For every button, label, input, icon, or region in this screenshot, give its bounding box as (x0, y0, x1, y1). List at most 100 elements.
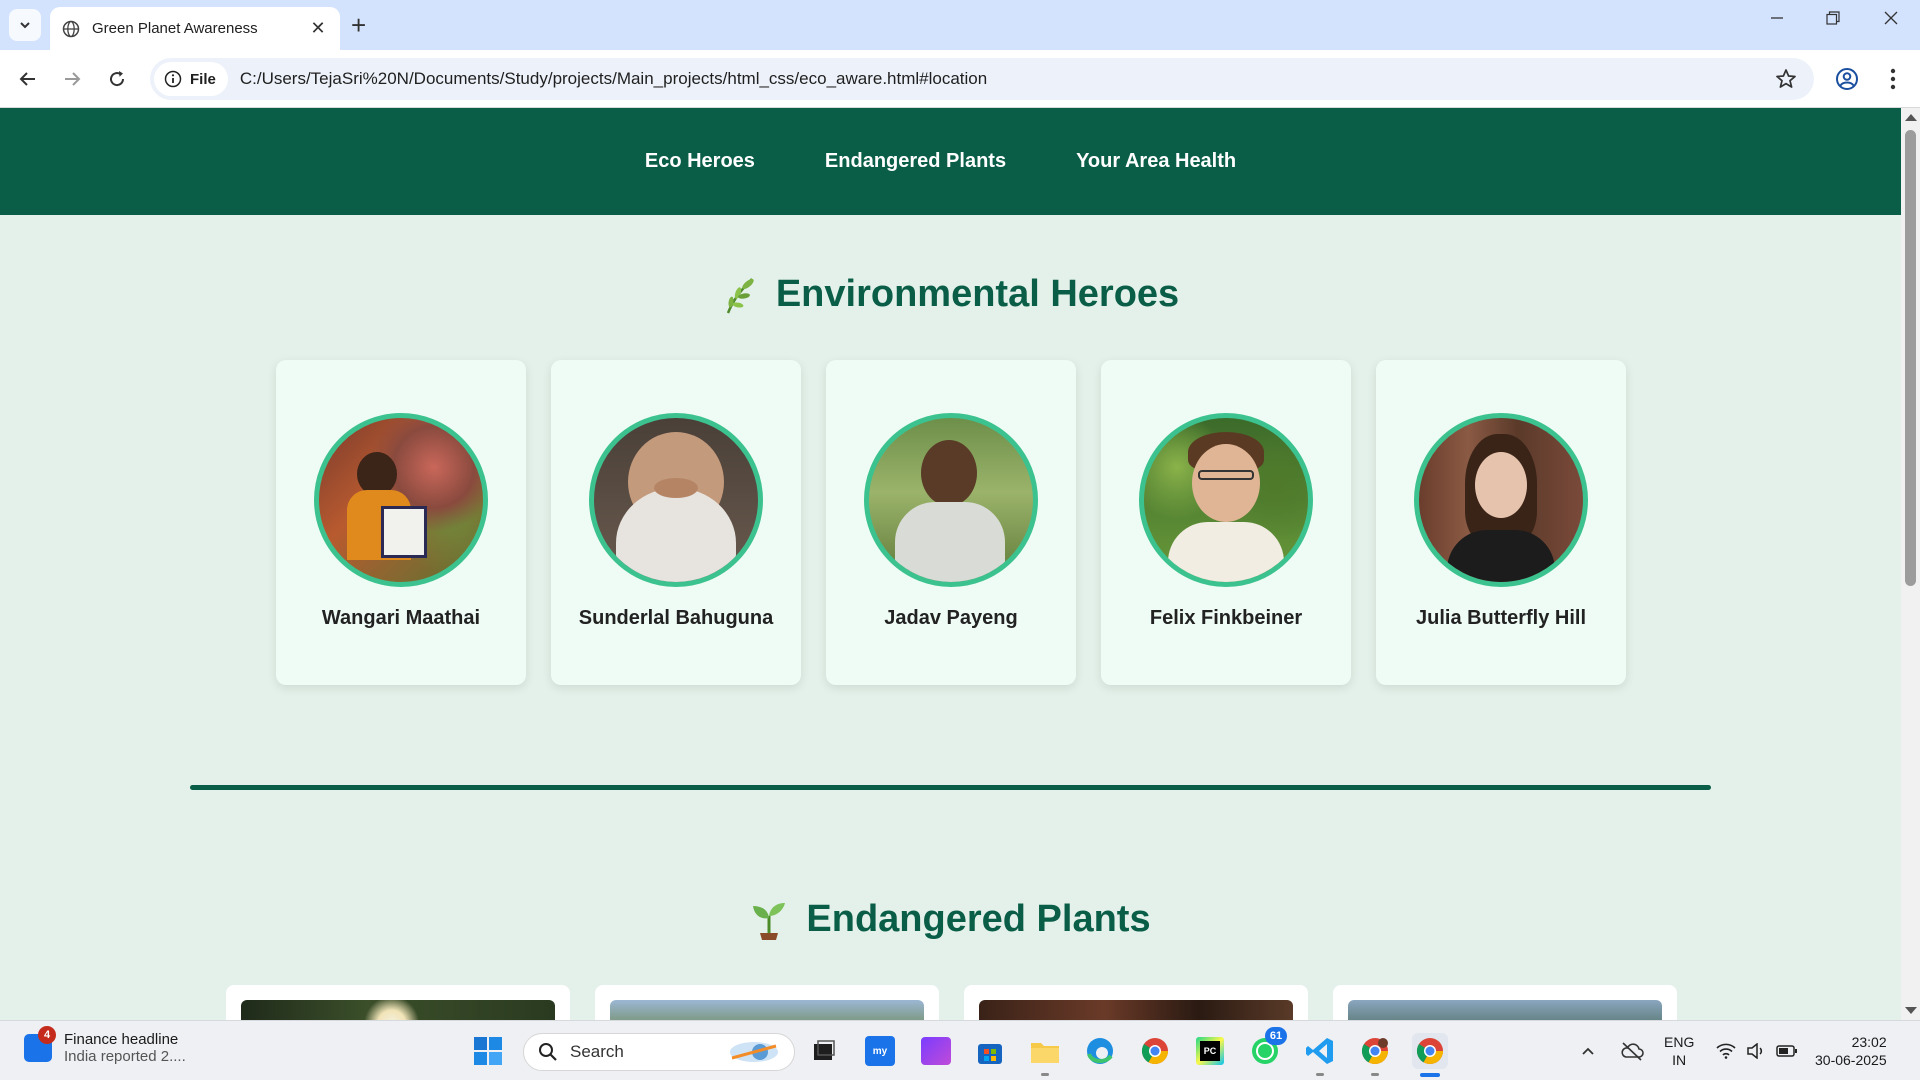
news-badge: 4 (38, 1026, 56, 1044)
minimize-icon[interactable] (1752, 8, 1802, 31)
clock[interactable]: 23:02 30-06-2025 (1815, 1021, 1887, 1080)
hero-photo (314, 413, 488, 587)
folder-icon (1031, 1043, 1059, 1063)
myhp-app[interactable]: my (862, 1033, 898, 1069)
hero-name: Julia Butterfly Hill (1415, 607, 1587, 629)
whatsapp-app[interactable]: 61 (1247, 1027, 1287, 1069)
store-icon (978, 1044, 1002, 1064)
hero-photo (589, 413, 763, 587)
profile-button[interactable] (1832, 64, 1862, 94)
running-indicator (1316, 1073, 1324, 1076)
chrome-profile-app[interactable] (1357, 1033, 1393, 1076)
windows-taskbar: 4 Finance headline India reported 2.... … (0, 1020, 1920, 1080)
back-button[interactable] (13, 64, 43, 94)
seedling-icon (753, 902, 786, 940)
forward-button[interactable] (57, 64, 87, 94)
store-app[interactable] (972, 1033, 1008, 1069)
heroes-title-text: Environmental Heroes (775, 273, 1180, 315)
task-view-app[interactable] (806, 1033, 842, 1069)
news-icon: 4 (24, 1026, 56, 1062)
cloud-offline-icon (1621, 1042, 1644, 1061)
chrome-icon (1416, 1038, 1444, 1065)
hero-card[interactable]: Julia Butterfly Hill (1376, 360, 1626, 685)
heroes-section-title: Environmental Heroes (0, 273, 1901, 316)
plant-card[interactable] (964, 985, 1308, 1020)
chrome-active-app[interactable] (1412, 1033, 1448, 1077)
section-divider (190, 785, 1711, 790)
plants-section-title: Endangered Plants (0, 898, 1901, 941)
nav-area-health[interactable]: Your Area Health (1076, 150, 1236, 173)
scroll-down-icon[interactable] (1905, 1007, 1917, 1014)
more-vert-icon (1890, 68, 1896, 90)
onedrive-status[interactable] (1620, 1021, 1644, 1080)
pycharm-app[interactable]: PC (1192, 1033, 1228, 1069)
news-widget[interactable]: 4 Finance headline India reported 2.... (24, 1026, 186, 1065)
hero-card[interactable]: Wangari Maathai (276, 360, 526, 685)
close-window-icon[interactable] (1866, 8, 1916, 31)
search-icon (539, 1043, 557, 1061)
scroll-up-icon[interactable] (1905, 114, 1917, 121)
menu-button[interactable] (1878, 64, 1908, 94)
nav-endangered-plants[interactable]: Endangered Plants (825, 150, 1006, 173)
plant-card[interactable] (226, 985, 570, 1020)
tray-overflow[interactable] (1580, 1021, 1596, 1080)
hero-name: Sunderlal Bahuguna (578, 607, 774, 629)
nav-eco-heroes[interactable]: Eco Heroes (645, 150, 755, 173)
bookmark-star-icon[interactable] (1774, 67, 1798, 91)
reload-icon (110, 71, 125, 87)
globe-icon (62, 20, 80, 37)
forward-arrow-icon (65, 72, 81, 86)
language-indicator[interactable]: ENG IN (1664, 1021, 1694, 1080)
plants-grid (226, 985, 1677, 1020)
hero-photo (1414, 413, 1588, 587)
url-text[interactable]: C:/Users/TejaSri%20N/Documents/Study/pro… (240, 69, 1774, 89)
pycharm-icon: PC (1196, 1037, 1224, 1065)
tab-title: Green Planet Awareness (92, 20, 258, 37)
browser-tab[interactable]: Green Planet Awareness ✕ (50, 7, 340, 50)
clipchamp-app[interactable] (918, 1033, 954, 1069)
windows-logo-icon (474, 1037, 502, 1065)
hero-card[interactable]: Sunderlal Bahuguna (551, 360, 801, 685)
news-title: Finance headline (64, 1031, 179, 1048)
edge-icon (1087, 1038, 1113, 1064)
quick-settings[interactable] (1716, 1021, 1798, 1080)
hero-name: Jadav Payeng (884, 607, 1018, 629)
reload-button[interactable] (102, 64, 132, 94)
running-indicator (1371, 1073, 1379, 1076)
heroes-grid: Wangari Maathai Sunderlal Bahuguna Jadav… (276, 360, 1626, 685)
tab-search-button[interactable] (9, 9, 41, 41)
hero-photo (1139, 413, 1313, 587)
chevron-down-icon (20, 22, 30, 29)
news-subtitle: India reported 2.... (64, 1048, 186, 1065)
site-info-chip[interactable]: File (154, 62, 228, 96)
clock-time: 23:02 (1851, 1034, 1887, 1050)
site-chip-label: File (190, 70, 216, 88)
volume-icon (1747, 1043, 1763, 1059)
close-tab-icon[interactable]: ✕ (308, 18, 328, 39)
vscode-icon (1306, 1038, 1333, 1064)
hero-photo (864, 413, 1038, 587)
clock-date: 30-06-2025 (1815, 1052, 1887, 1068)
edge-app[interactable] (1082, 1033, 1118, 1069)
search-label: Search (570, 1042, 624, 1061)
chrome-app[interactable] (1137, 1033, 1173, 1069)
plant-card[interactable] (1333, 985, 1677, 1020)
taskbar-search[interactable]: Search (523, 1033, 795, 1071)
scroll-thumb[interactable] (1905, 130, 1916, 586)
hero-card[interactable]: Felix Finkbeiner (1101, 360, 1351, 685)
active-indicator (1420, 1073, 1440, 1077)
start-button[interactable] (470, 1033, 506, 1069)
task-view-icon (814, 1040, 835, 1060)
hero-card[interactable]: Jadav Payeng (826, 360, 1076, 685)
address-bar[interactable]: File C:/Users/TejaSri%20N/Documents/Stud… (150, 58, 1814, 100)
chevron-up-icon (1582, 1047, 1594, 1055)
page-scrollbar[interactable] (1901, 108, 1920, 1020)
chrome-icon (1141, 1038, 1169, 1065)
lang-top: ENG (1664, 1034, 1695, 1050)
restore-icon[interactable] (1808, 8, 1858, 31)
new-tab-button[interactable]: + (351, 12, 366, 38)
herb-icon (726, 277, 754, 313)
plant-card[interactable] (595, 985, 939, 1020)
vscode-app[interactable] (1302, 1033, 1338, 1076)
file-explorer-app[interactable] (1027, 1033, 1063, 1076)
